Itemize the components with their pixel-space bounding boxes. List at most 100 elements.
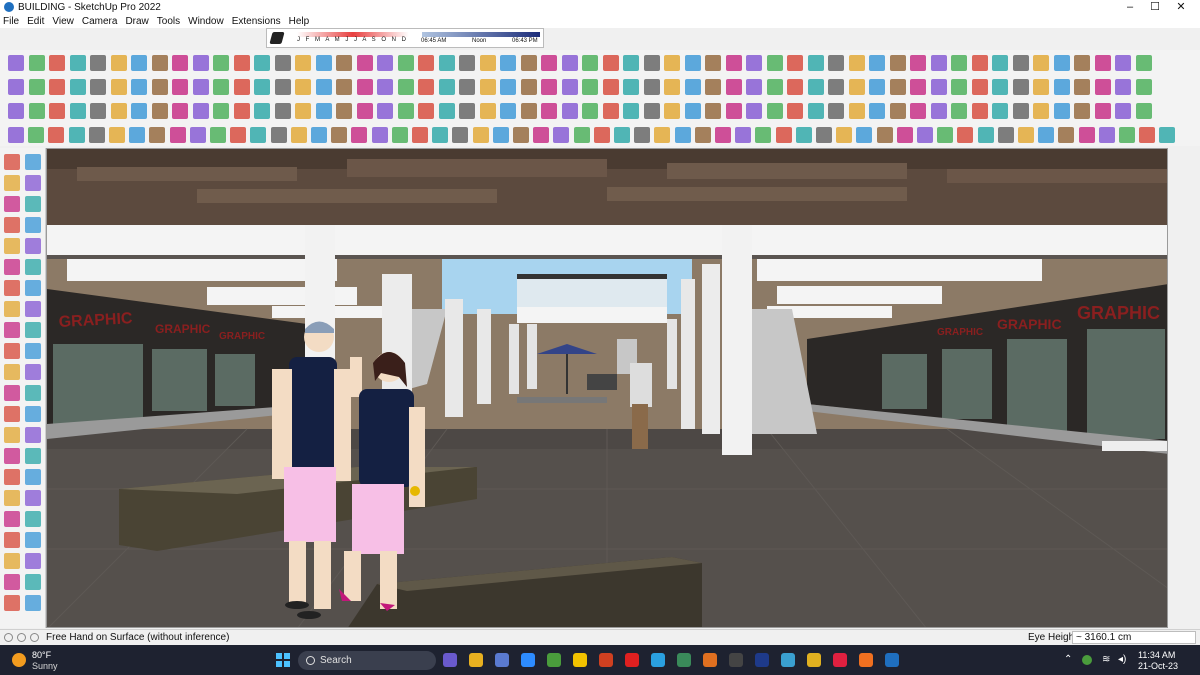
- modify-icon[interactable]: [582, 79, 598, 95]
- shape-icon[interactable]: [49, 103, 65, 119]
- camera-icon[interactable]: [889, 103, 906, 119]
- draw-tool-icon[interactable]: [28, 103, 45, 119]
- view-icon[interactable]: [766, 79, 783, 95]
- style-icon[interactable]: [459, 103, 475, 119]
- section-icon[interactable]: [1119, 127, 1135, 143]
- soundcloud-icon[interactable]: [859, 653, 873, 667]
- style-icon[interactable]: [623, 55, 639, 71]
- menu-edit[interactable]: Edit: [27, 16, 44, 27]
- close-button[interactable]: ✕: [1158, 0, 1200, 14]
- tool-icon[interactable]: [500, 103, 516, 119]
- draw-tool-icon[interactable]: [684, 103, 701, 119]
- draw-tool-icon[interactable]: [351, 127, 368, 143]
- taskbar-search[interactable]: Search: [298, 651, 436, 670]
- tape-measure-icon[interactable]: [4, 259, 20, 275]
- photoshop-icon[interactable]: [755, 653, 769, 667]
- view-icon[interactable]: [755, 127, 772, 143]
- calculator-icon[interactable]: [547, 653, 561, 667]
- camera-icon[interactable]: [233, 79, 250, 95]
- sandbox-icon[interactable]: [25, 490, 41, 506]
- line-icon[interactable]: [25, 175, 41, 191]
- section-icon[interactable]: [151, 55, 168, 71]
- modify-icon[interactable]: [254, 103, 270, 119]
- style-icon[interactable]: [1098, 127, 1115, 143]
- style-icon[interactable]: [131, 55, 147, 71]
- scale-icon[interactable]: [25, 238, 41, 254]
- draw-tool-icon[interactable]: [1159, 127, 1176, 143]
- style-icon[interactable]: [951, 55, 967, 71]
- sun-icon[interactable]: [12, 653, 26, 667]
- shape-icon[interactable]: [541, 103, 557, 119]
- section-icon[interactable]: [311, 127, 327, 143]
- style-icon[interactable]: [1115, 103, 1131, 119]
- speaker-icon[interactable]: ◂): [1118, 654, 1126, 665]
- modify-icon[interactable]: [90, 55, 106, 71]
- camera-icon[interactable]: [889, 55, 906, 71]
- shape-icon[interactable]: [705, 103, 721, 119]
- zoom-icon[interactable]: [4, 469, 20, 485]
- view-icon[interactable]: [110, 103, 127, 119]
- section-plane-icon[interactable]: [25, 301, 41, 317]
- section-icon[interactable]: [971, 79, 988, 95]
- telegram-icon[interactable]: [651, 653, 665, 667]
- style-icon[interactable]: [937, 127, 954, 143]
- menu-extensions[interactable]: Extensions: [232, 16, 281, 27]
- style-icon[interactable]: [623, 79, 639, 95]
- menu-file[interactable]: File: [3, 16, 19, 27]
- modify-icon[interactable]: [735, 127, 752, 143]
- style-icon[interactable]: [775, 127, 792, 143]
- shape-icon[interactable]: [705, 55, 721, 71]
- explorer-icon[interactable]: [469, 653, 483, 667]
- view-icon[interactable]: [766, 55, 783, 71]
- shape-icon[interactable]: [869, 79, 885, 95]
- draw-tool-icon[interactable]: [520, 79, 537, 95]
- draw-tool-icon[interactable]: [1012, 103, 1029, 119]
- tool-icon[interactable]: [172, 55, 188, 71]
- draw-tool-icon[interactable]: [520, 55, 537, 71]
- draw-tool-icon[interactable]: [28, 55, 45, 71]
- section-plane-icon[interactable]: [4, 490, 20, 506]
- shape-icon[interactable]: [48, 127, 65, 143]
- section-icon[interactable]: [1135, 55, 1152, 71]
- eraser-icon[interactable]: [4, 343, 20, 359]
- modify-icon[interactable]: [1074, 103, 1090, 119]
- draw-tool-icon[interactable]: [28, 79, 45, 95]
- modify-icon[interactable]: [896, 127, 913, 143]
- start-button[interactable]: [276, 653, 290, 667]
- clock-time[interactable]: 11:34 AM: [1138, 650, 1175, 660]
- tool-icon[interactable]: [828, 79, 844, 95]
- view-icon[interactable]: [930, 55, 947, 71]
- sketchup-taskbar-icon[interactable]: [885, 653, 899, 667]
- tool-icon[interactable]: [1139, 127, 1156, 143]
- tool-icon[interactable]: [500, 79, 516, 95]
- tool-icon[interactable]: [828, 103, 844, 119]
- zoom-app-icon[interactable]: [521, 653, 535, 667]
- view-icon[interactable]: [438, 103, 455, 119]
- view-icon[interactable]: [274, 103, 291, 119]
- camera-icon[interactable]: [561, 55, 578, 71]
- section-icon[interactable]: [149, 127, 166, 143]
- shape-icon[interactable]: [377, 55, 393, 71]
- camera-icon[interactable]: [68, 127, 85, 143]
- weather-condition[interactable]: Sunny: [32, 661, 58, 671]
- rectangle-icon[interactable]: [25, 364, 41, 380]
- section-icon[interactable]: [643, 79, 660, 95]
- shape-icon[interactable]: [210, 127, 226, 143]
- view-icon[interactable]: [438, 55, 455, 71]
- tool-icon[interactable]: [500, 55, 516, 71]
- tool-icon[interactable]: [977, 127, 994, 143]
- view-icon[interactable]: [602, 79, 619, 95]
- draw-tool-icon[interactable]: [356, 103, 373, 119]
- style-icon[interactable]: [1115, 79, 1131, 95]
- draw-tool-icon[interactable]: [848, 55, 865, 71]
- modify-icon[interactable]: [250, 127, 267, 143]
- help-icon[interactable]: [30, 633, 39, 642]
- tool-icon[interactable]: [331, 127, 348, 143]
- tape-measure-icon[interactable]: [25, 427, 41, 443]
- modify-icon[interactable]: [1074, 79, 1090, 95]
- select-icon[interactable]: [25, 322, 41, 338]
- view-icon[interactable]: [602, 55, 619, 71]
- walk-icon[interactable]: [25, 469, 41, 485]
- shape-icon[interactable]: [533, 127, 550, 143]
- shape-icon[interactable]: [49, 79, 65, 95]
